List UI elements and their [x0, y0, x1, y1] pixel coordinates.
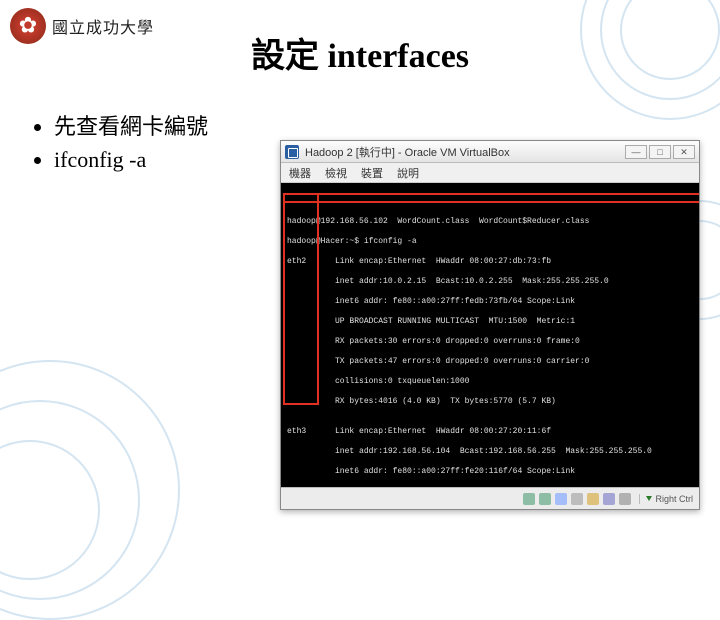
terminal-line: TX packets:47 errors:0 dropped:0 overrun… [287, 357, 693, 367]
optical-icon[interactable] [539, 493, 551, 505]
bullet-item: ifconfig -a [54, 143, 208, 176]
virtualbox-icon [285, 145, 299, 159]
arrow-down-icon [646, 496, 652, 501]
terminal-line: inet addr:192.168.56.104 Bcast:192.168.5… [287, 447, 693, 457]
terminal-line: eth2 Link encap:Ethernet HWaddr 08:00:27… [287, 257, 693, 267]
terminal-line: eth3 Link encap:Ethernet HWaddr 08:00:27… [287, 427, 693, 437]
mouse-integration-icon[interactable] [619, 493, 631, 505]
display-icon[interactable] [603, 493, 615, 505]
terminal-line: collisions:0 txqueuelen:1000 [287, 377, 693, 387]
bullet-list: 先查看網卡編號 ifconfig -a [34, 110, 208, 176]
terminal-line: hadoop@Hacer:~$ ifconfig -a [287, 237, 693, 247]
terminal-line: RX packets:30 errors:0 dropped:0 overrun… [287, 337, 693, 347]
host-key-indicator[interactable]: Right Ctrl [639, 494, 693, 504]
logo-text: 國立成功大學 [52, 14, 154, 38]
terminal-line: hadoop@192.168.56.102 WordCount.class Wo… [287, 217, 693, 227]
maximize-button[interactable]: □ [649, 145, 671, 159]
terminal-output[interactable]: hadoop@192.168.56.102 WordCount.class Wo… [281, 183, 699, 487]
logo-emblem-icon [10, 8, 46, 44]
close-button[interactable]: ✕ [673, 145, 695, 159]
menu-machine[interactable]: 機器 [289, 165, 311, 181]
shared-folder-icon[interactable] [587, 493, 599, 505]
terminal-line: UP BROADCAST RUNNING MULTICAST MTU:1500 … [287, 317, 693, 327]
terminal-line: inet addr:10.0.2.15 Bcast:10.0.2.255 Mas… [287, 277, 693, 287]
menu-view[interactable]: 檢視 [325, 165, 347, 181]
terminal-line: inet6 addr: fe80::a00:27ff:fedb:73fb/64 … [287, 297, 693, 307]
vm-statusbar: Right Ctrl [281, 487, 699, 509]
vm-menubar: 機器 檢視 裝置 說明 [281, 163, 699, 183]
minimize-button[interactable]: — [625, 145, 647, 159]
usb-icon[interactable] [571, 493, 583, 505]
network-icon[interactable] [555, 493, 567, 505]
menu-help[interactable]: 說明 [397, 165, 419, 181]
vm-window-title: Hadoop 2 [執行中] - Oracle VM VirtualBox [305, 144, 510, 160]
harddisk-icon[interactable] [523, 493, 535, 505]
vm-window: Hadoop 2 [執行中] - Oracle VM VirtualBox — … [280, 140, 700, 510]
vm-titlebar[interactable]: Hadoop 2 [執行中] - Oracle VM VirtualBox — … [281, 141, 699, 163]
terminal-line: inet6 addr: fe80::a00:27ff:fe20:116f/64 … [287, 467, 693, 477]
menu-devices[interactable]: 裝置 [361, 165, 383, 181]
host-key-label: Right Ctrl [655, 494, 693, 504]
slide-title: 設定 interfaces [251, 28, 469, 77]
terminal-line: RX bytes:4016 (4.0 KB) TX bytes:5770 (5.… [287, 397, 693, 407]
window-controls: — □ ✕ [625, 145, 695, 159]
university-logo: 國立成功大學 [10, 8, 154, 44]
bullet-item: 先查看網卡編號 [54, 110, 208, 143]
highlight-command-box [283, 193, 699, 203]
